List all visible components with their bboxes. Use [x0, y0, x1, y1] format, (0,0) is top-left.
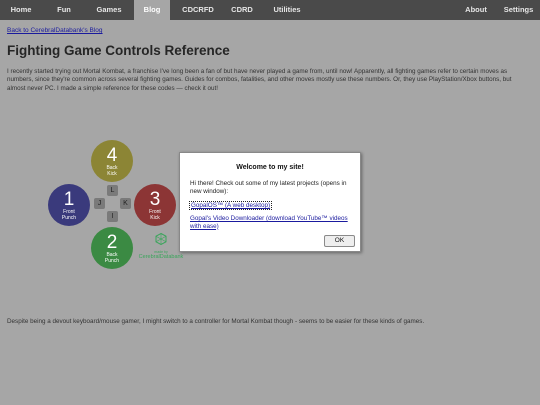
- nav-home[interactable]: Home: [0, 0, 42, 20]
- button-number: 2: [106, 232, 118, 253]
- modal-title: Welcome to my site!: [236, 164, 304, 171]
- key-i: I: [107, 211, 118, 222]
- nav-fun[interactable]: Fun: [42, 0, 86, 20]
- button-1-front-punch: 1 Front Punch: [48, 184, 90, 226]
- button-label-2: Kick: [150, 214, 160, 221]
- footer-paragraph: Despite being a devout keyboard/mouse ga…: [7, 318, 425, 325]
- gopalos-link[interactable]: GopalOS™ (A web desktop): [189, 201, 273, 210]
- modal-body: Hi there! Check out some of my latest pr…: [190, 180, 347, 195]
- key-k: K: [120, 198, 131, 209]
- page-title: Fighting Game Controls Reference: [7, 43, 230, 58]
- brand-name: CerebralDatabank: [138, 254, 184, 260]
- key-j: J: [94, 198, 105, 209]
- key-l: L: [107, 185, 118, 196]
- nav-blog[interactable]: Blog: [134, 0, 170, 20]
- button-3-front-kick: 3 Front Kick: [134, 184, 176, 226]
- nav-settings[interactable]: Settings: [497, 0, 540, 20]
- button-label-2: Punch: [61, 214, 77, 221]
- nav-about[interactable]: About: [458, 0, 494, 20]
- button-label-2: Punch: [104, 257, 120, 264]
- intro-paragraph: I recently started trying out Mortal Kom…: [7, 68, 512, 92]
- video-downloader-link[interactable]: Gopal's Video Downloader (download YouTu…: [190, 215, 350, 230]
- ok-button[interactable]: OK: [324, 235, 355, 247]
- top-nav-bar: Home Fun Games Blog CDCRFD CDRD Utilitie…: [0, 0, 540, 20]
- button-2-back-punch: 2 Back Punch: [91, 227, 133, 269]
- nav-cdrd[interactable]: CDRD: [224, 0, 260, 20]
- button-number: 1: [63, 189, 75, 210]
- button-number: 4: [106, 145, 118, 166]
- button-4-back-kick: 4 Back Kick: [91, 140, 133, 182]
- brand-logo-icon: [155, 232, 167, 246]
- nav-cdcrfd[interactable]: CDCRFD: [172, 0, 224, 20]
- nav-utilities[interactable]: Utilities: [264, 0, 310, 20]
- button-number: 3: [149, 189, 161, 210]
- button-label-2: Kick: [107, 170, 117, 177]
- welcome-modal: Welcome to my site! Hi there! Check out …: [179, 152, 361, 252]
- nav-games[interactable]: Games: [86, 0, 132, 20]
- back-to-blog-link[interactable]: Back to CerebralDatabank's Blog: [7, 27, 103, 34]
